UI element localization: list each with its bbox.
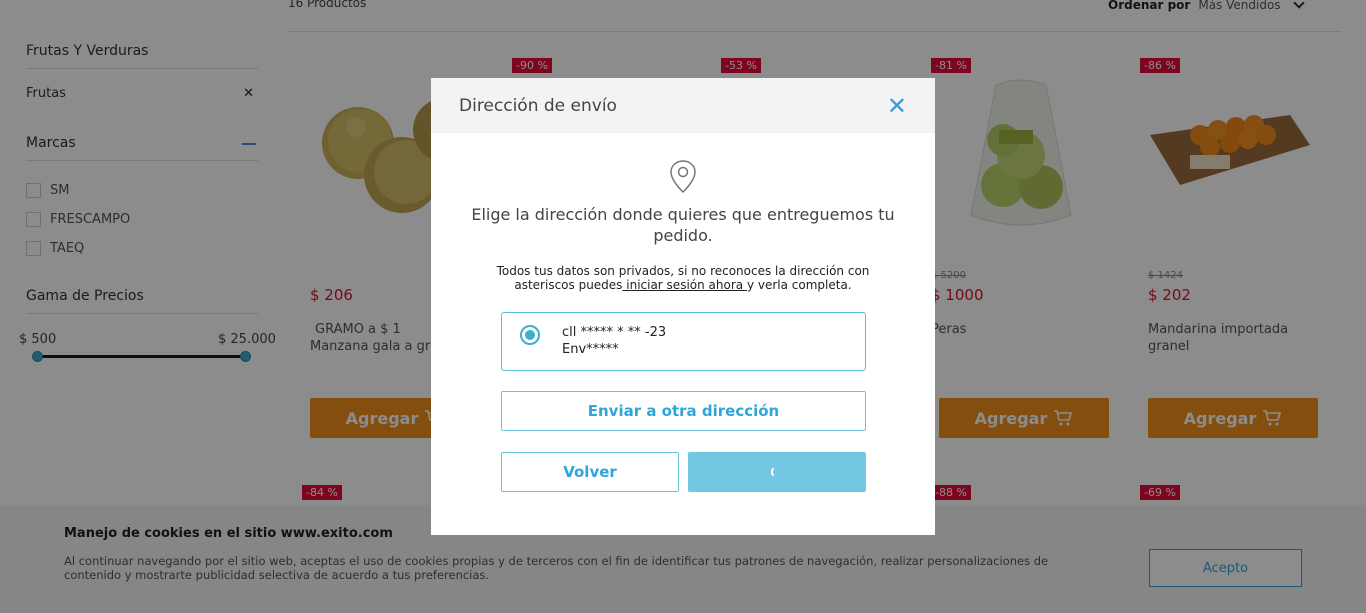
loading-spinner-icon [771,466,783,478]
privacy-note: Todos tus datos son privados, si no reco… [471,264,895,292]
privacy-note-text-end: y verla completa. [746,278,852,292]
modal-lead-text: Elige la dirección donde quieres que ent… [471,205,895,245]
other-address-button[interactable]: Enviar a otra dirección [501,391,866,431]
page: 16 Productos Ordenar por Más Vendidos Fr… [0,0,1366,613]
shipping-address-modal: Dirección de envío ✕ Elige la dirección … [431,78,935,535]
modal-title: Dirección de envío [459,95,617,116]
back-button[interactable]: Volver [501,452,679,492]
address-option[interactable]: cll ***** * ** -23 Env***** [501,312,866,371]
modal-header: Dirección de envío ✕ [431,78,935,133]
location-pin-icon [670,160,696,194]
confirm-button[interactable] [688,452,866,492]
close-icon[interactable]: ✕ [887,94,907,118]
login-link[interactable]: iniciar sesión ahora [622,278,747,292]
address-line: cll ***** * ** -23 [562,325,667,340]
address-radio[interactable] [520,325,540,345]
address-name: Env***** [562,342,619,357]
